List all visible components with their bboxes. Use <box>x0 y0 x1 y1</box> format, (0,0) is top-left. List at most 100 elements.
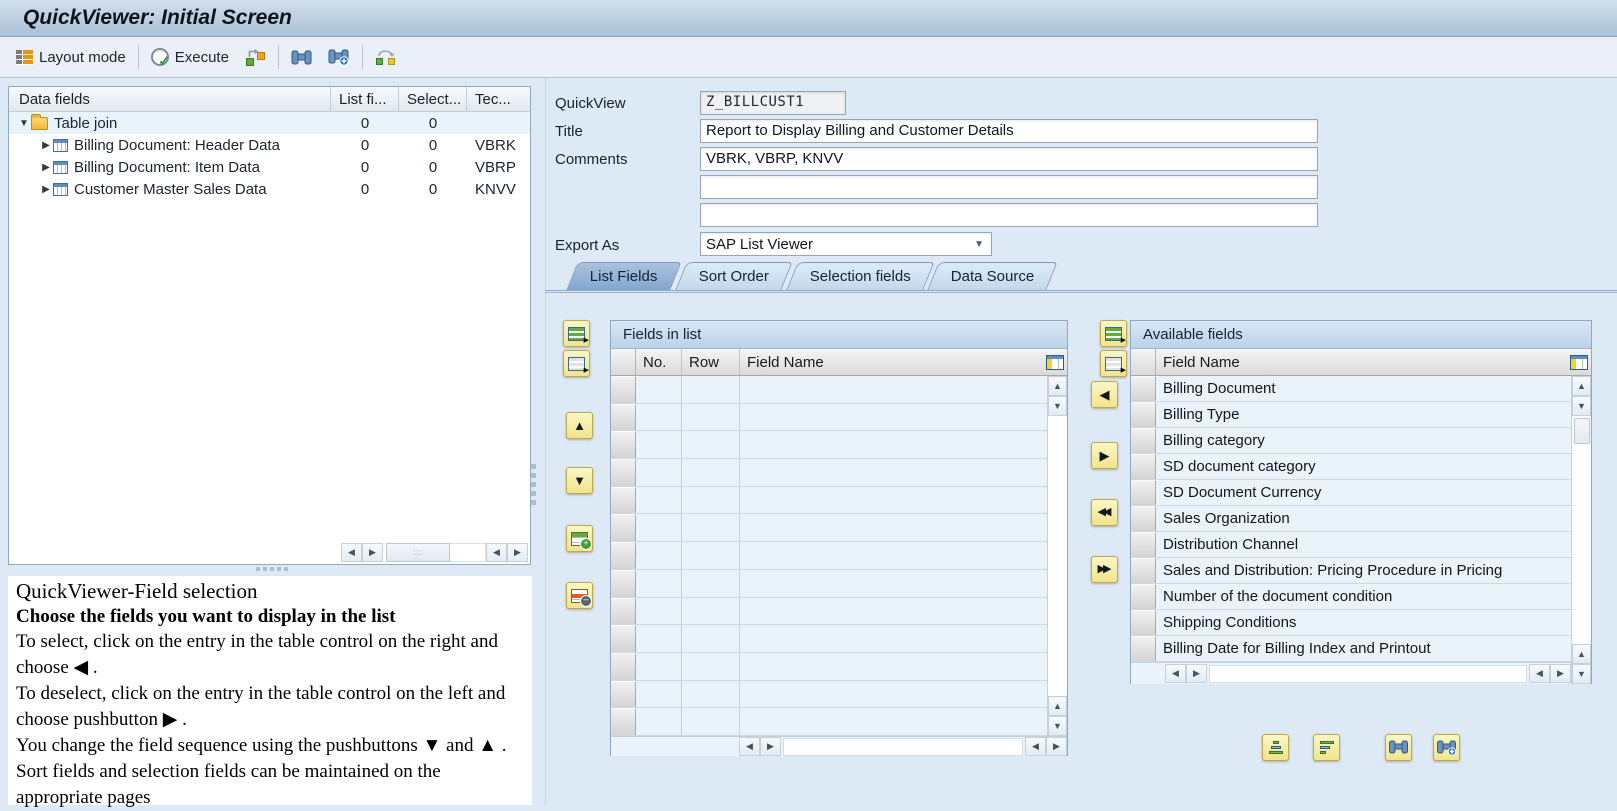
move-to-list-button[interactable]: ◀ <box>1091 381 1118 408</box>
row-selector-cell[interactable] <box>611 514 636 542</box>
available-field-row[interactable]: Distribution Channel <box>1131 532 1571 558</box>
scroll-up-button[interactable]: ▲ <box>1572 376 1591 396</box>
quickview-field[interactable]: Z_BILLCUST1 <box>700 91 846 115</box>
tree-row[interactable]: ▼ Table join 0 0 <box>9 112 530 134</box>
scroll-down-button[interactable]: ▼ <box>1572 396 1591 416</box>
deselect-all-rows-button[interactable] <box>563 350 590 377</box>
scroll-right-button[interactable]: ▶ <box>1186 664 1207 683</box>
scrollbar-track[interactable] <box>1209 664 1527 683</box>
scroll-up-button[interactable]: ▲ <box>1572 644 1591 664</box>
row-selector-cell[interactable] <box>611 625 636 652</box>
scroll-down-button[interactable]: ▼ <box>1572 664 1591 684</box>
move-all-to-list-button[interactable]: ◀◀ <box>1091 499 1118 526</box>
row-selector-cell[interactable] <box>611 486 636 514</box>
available-field-row[interactable]: Billing Type <box>1131 402 1571 428</box>
row-selector-cell[interactable] <box>1131 376 1156 401</box>
row-selector-cell[interactable] <box>1131 610 1156 635</box>
find-button[interactable] <box>283 42 320 72</box>
select-all-rows-button[interactable] <box>563 320 590 347</box>
find-field-button[interactable] <box>1385 734 1412 761</box>
collapse-icon[interactable]: ▼ <box>17 118 31 129</box>
scroll-left-button[interactable]: ◀ <box>1529 664 1550 683</box>
column-header-field-name[interactable]: Field Name <box>740 349 1043 375</box>
available-fields-vertical-scrollbar[interactable]: ▲ ▼ ▲ ▼ <box>1571 376 1591 684</box>
comments-field-3[interactable] <box>700 203 1318 227</box>
row-selector-cell[interactable] <box>611 376 636 403</box>
available-field-row[interactable]: Billing Document <box>1131 376 1571 402</box>
vertical-splitter-grip[interactable] <box>531 464 536 505</box>
insert-row-button[interactable] <box>566 525 593 552</box>
selector-column-header[interactable] <box>611 349 636 375</box>
fields-in-list-vertical-scrollbar[interactable]: ▲ ▼ ▲ ▼ <box>1047 376 1067 736</box>
scrollbar-track[interactable] <box>783 737 1023 756</box>
tree-row[interactable]: ▶ Customer Master Sales Data 0 0 KNVV <box>9 178 530 200</box>
row-selector-cell[interactable] <box>1131 558 1156 583</box>
available-field-row[interactable]: SD document category <box>1131 454 1571 480</box>
row-selector-cell[interactable] <box>611 680 636 708</box>
scroll-down-button[interactable]: ▼ <box>1048 716 1067 736</box>
scroll-left-button[interactable]: ◀ <box>1025 737 1046 756</box>
row-selector-cell[interactable] <box>1131 454 1156 479</box>
delete-row-button[interactable] <box>566 582 593 609</box>
expand-icon[interactable]: ▶ <box>39 184 53 195</box>
tree-horizontal-scrollbar[interactable]: ◀ ▶ ::: ◀ ▶ <box>341 542 528 562</box>
deselect-all-available-button[interactable] <box>1100 350 1127 377</box>
export-as-dropdown[interactable]: SAP List Viewer ▼ <box>700 232 992 256</box>
sort-ascending-button[interactable] <box>1262 734 1289 761</box>
scroll-left-button[interactable]: ◀ <box>341 542 362 562</box>
expand-icon[interactable]: ▶ <box>39 162 53 173</box>
layout-mode-button[interactable]: Layout mode <box>8 42 134 72</box>
scrollbar-track[interactable] <box>1572 444 1591 644</box>
tab-selection-fields[interactable]: Selection fields <box>785 262 935 290</box>
available-field-row[interactable]: Sales and Distribution: Pricing Procedur… <box>1131 558 1571 584</box>
row-selector-cell[interactable] <box>1131 532 1156 557</box>
scroll-down-button[interactable]: ▼ <box>1048 396 1067 416</box>
row-selector-cell[interactable] <box>611 597 636 625</box>
tab-sort-order[interactable]: Sort Order <box>674 262 793 290</box>
row-selector-cell[interactable] <box>1131 402 1156 427</box>
table-settings-icon[interactable] <box>1570 354 1588 370</box>
find-next-button[interactable] <box>320 42 358 72</box>
selector-column-header[interactable] <box>1131 349 1156 375</box>
display-change-button[interactable] <box>237 42 274 72</box>
scroll-right-button[interactable]: ▶ <box>1046 737 1067 756</box>
remove-all-from-list-button[interactable]: ▶▶ <box>1091 556 1118 583</box>
scrollbar-track[interactable] <box>1048 416 1067 696</box>
tree-row[interactable]: ▶ Billing Document: Header Data 0 0 VBRK <box>9 134 530 156</box>
column-header-row[interactable]: Row <box>682 349 740 375</box>
execute-button[interactable]: Execute <box>143 42 237 72</box>
move-up-button[interactable]: ▲ <box>566 412 593 439</box>
available-field-row[interactable]: SD Document Currency <box>1131 480 1571 506</box>
row-selector-cell[interactable] <box>611 652 636 680</box>
column-header-no[interactable]: No. <box>636 349 682 375</box>
scroll-left-button[interactable]: ◀ <box>1165 664 1186 683</box>
scroll-right-button[interactable]: ▶ <box>760 737 781 756</box>
available-fields-horizontal-scrollbar[interactable]: ◀ ▶ ◀ ▶ <box>1131 662 1571 684</box>
available-field-row[interactable]: Billing Date for Billing Index and Print… <box>1131 636 1571 662</box>
available-field-row[interactable]: Sales Organization <box>1131 506 1571 532</box>
row-selector-cell[interactable] <box>611 403 636 431</box>
tab-data-source[interactable]: Data Source <box>927 262 1059 290</box>
scroll-right-button[interactable]: ▶ <box>362 542 383 562</box>
refresh-button[interactable] <box>367 42 404 72</box>
find-next-field-button[interactable] <box>1433 734 1460 761</box>
scrollbar-track[interactable] <box>450 542 486 562</box>
scroll-up-button[interactable]: ▲ <box>1048 376 1067 396</box>
horizontal-splitter-grip[interactable] <box>256 567 288 571</box>
move-down-button[interactable]: ▼ <box>566 467 593 494</box>
row-selector-cell[interactable] <box>611 542 636 569</box>
row-selector-cell[interactable] <box>611 431 636 459</box>
sort-descending-button[interactable] <box>1313 734 1340 761</box>
row-selector-cell[interactable] <box>1131 506 1156 531</box>
row-selector-cell[interactable] <box>1131 428 1156 453</box>
fields-in-list-horizontal-scrollbar[interactable]: ◀ ▶ ◀ ▶ <box>611 736 1067 756</box>
scrollbar-thumb[interactable]: ::: <box>386 542 450 562</box>
row-selector-cell[interactable] <box>1131 636 1156 661</box>
title-field[interactable]: Report to Display Billing and Customer D… <box>700 119 1318 143</box>
column-header-field-name[interactable]: Field Name <box>1156 349 1567 375</box>
available-field-row[interactable]: Number of the document condition <box>1131 584 1571 610</box>
expand-icon[interactable]: ▶ <box>39 140 53 151</box>
scroll-right-button[interactable]: ▶ <box>507 542 528 562</box>
remove-from-list-button[interactable]: ▶ <box>1091 442 1118 469</box>
row-selector-cell[interactable] <box>611 569 636 597</box>
